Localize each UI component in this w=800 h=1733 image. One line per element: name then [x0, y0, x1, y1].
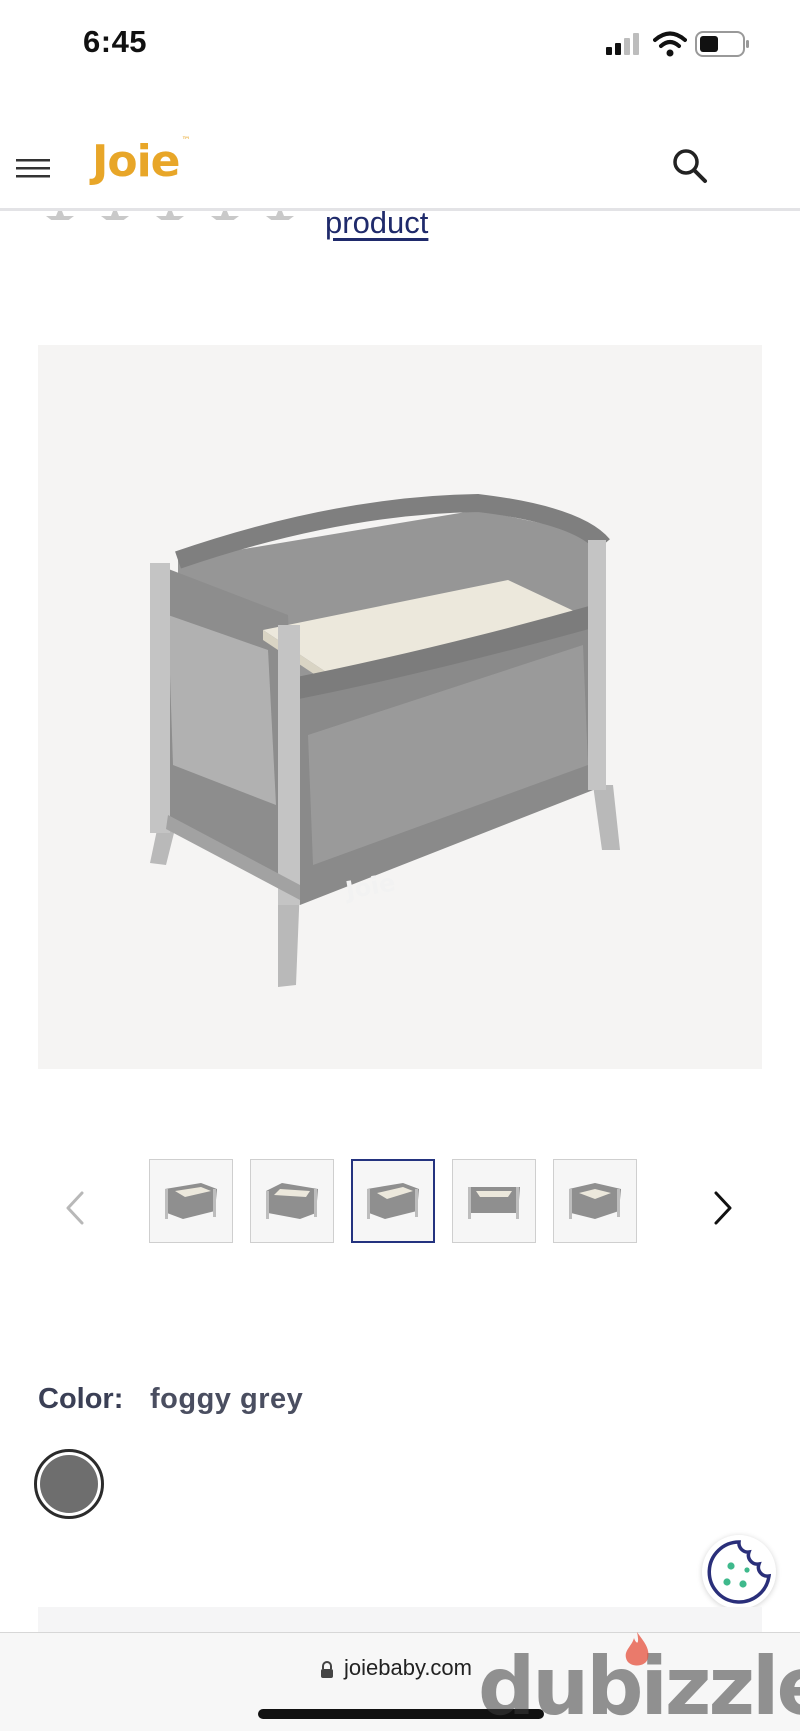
crib-thumbnail-icon [165, 1183, 217, 1219]
thumbnail-2[interactable] [250, 1159, 334, 1243]
lock-icon [321, 1661, 333, 1678]
thumbnail-4[interactable] [452, 1159, 536, 1243]
wifi-icon [653, 31, 687, 57]
cellular-signal-icon [606, 33, 639, 55]
site-header: Joie ™ [0, 100, 800, 211]
crib-thumbnail-icon [569, 1183, 621, 1219]
color-swatch-foggy-grey[interactable] [34, 1449, 104, 1519]
swatch-fill [40, 1455, 98, 1513]
url-text[interactable]: joiebaby.com [344, 1655, 472, 1681]
search-icon[interactable] [672, 148, 708, 184]
crib-thumbnail-icon [266, 1183, 318, 1219]
cookie-settings-button[interactable] [702, 1535, 776, 1609]
hamburger-menu-icon[interactable] [16, 158, 50, 180]
brand-name: Joie [92, 136, 181, 187]
product-main-image[interactable]: Joie [38, 345, 762, 1069]
color-value: foggy grey [150, 1383, 304, 1415]
joie-logo[interactable]: Joie ™ [92, 136, 191, 187]
crib-thumbnail-icon [367, 1183, 419, 1219]
battery-icon [695, 31, 749, 57]
bedside-crib-illustration: Joie [150, 493, 620, 987]
thumbnail-5[interactable] [553, 1159, 637, 1243]
cookie-icon [707, 1540, 772, 1604]
crib-thumbnail-icon [468, 1187, 520, 1219]
chevron-right-icon[interactable] [712, 1190, 734, 1226]
thumbnail-3[interactable] [351, 1159, 435, 1243]
chevron-left-icon[interactable] [64, 1190, 86, 1226]
thumbnail-1[interactable] [149, 1159, 233, 1243]
trademark: ™ [181, 136, 191, 146]
status-time: 6:45 [83, 24, 148, 59]
color-label: Color: [38, 1383, 124, 1415]
flame-icon [625, 1632, 649, 1666]
